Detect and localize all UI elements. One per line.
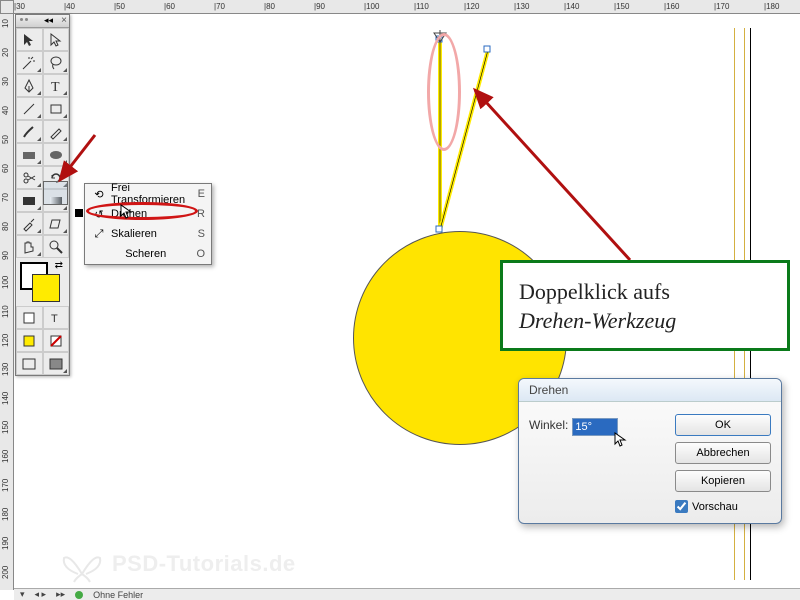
instruction-callout: Doppelklick aufs Drehen-Werkzeug [500, 260, 790, 351]
flyout-shortcut: E [198, 188, 205, 200]
selected-tool-highlight [43, 181, 68, 205]
rotate-icon: ↺ [91, 208, 107, 221]
flyout-label: Drehen [107, 208, 197, 220]
flyout-scale[interactable]: ⤢ Skalieren S [85, 224, 211, 244]
palette-header[interactable]: ◂◂ × [16, 15, 69, 28]
butterfly-logo-icon [60, 544, 104, 584]
free-transform-icon: ⟲ [91, 188, 107, 201]
screen-mode-1[interactable] [16, 352, 43, 375]
svg-text:T: T [51, 313, 58, 325]
collapse-icon[interactable]: ◂◂ [44, 15, 53, 26]
pencil-tool[interactable] [43, 120, 70, 143]
swap-icon[interactable]: ⇄ [55, 260, 63, 271]
fill-swatch-small[interactable] [16, 329, 43, 352]
dialog-title: Drehen [519, 379, 781, 402]
status-nav[interactable]: ◂ ▸ [35, 589, 47, 600]
screen-mode-2[interactable] [43, 352, 70, 375]
flyout-label: Skalieren [107, 228, 198, 240]
close-icon[interactable]: × [61, 15, 67, 26]
rectangle-shape-tool[interactable] [16, 143, 43, 166]
angle-label: Winkel: [529, 418, 568, 432]
ruler-vertical: 1020304050607080901001101201301401501601… [0, 14, 14, 590]
gradient-tool[interactable] [16, 189, 43, 212]
magic-wand-tool[interactable] [16, 51, 43, 74]
rect-tool[interactable] [43, 97, 70, 120]
flyout-rotate[interactable]: ↺ Drehen R [85, 204, 211, 224]
callout-text: Doppelklick aufs [519, 277, 771, 308]
status-control[interactable]: ▾ [20, 589, 25, 600]
flyout-label: Scheren [91, 248, 196, 260]
flyout-label: Frei Transformieren [107, 182, 198, 206]
direct-select-tool[interactable] [43, 28, 70, 51]
preview-checkbox-input[interactable] [675, 500, 688, 513]
line-tool[interactable] [16, 97, 43, 120]
rotate-dialog: Drehen Winkel: OK Abbrechen Kopieren Vor… [518, 378, 782, 524]
watermark-text: PSD-Tutorials.de [112, 551, 296, 577]
status-indicator-icon [75, 591, 83, 599]
zoom-tool[interactable] [43, 235, 70, 258]
flyout-shear[interactable]: Scheren O [85, 244, 211, 264]
lasso-tool[interactable] [43, 51, 70, 74]
copy-button[interactable]: Kopieren [675, 470, 771, 492]
flyout-shortcut: R [197, 208, 205, 220]
watermark: PSD-Tutorials.de [60, 544, 296, 584]
cancel-button[interactable]: Abbrechen [675, 442, 771, 464]
eyedropper-tool[interactable] [16, 212, 43, 235]
active-indicator [75, 209, 83, 217]
type-tool[interactable]: T [43, 74, 70, 97]
status-text: Ohne Fehler [93, 590, 143, 600]
brush-tool[interactable] [16, 120, 43, 143]
ok-button[interactable]: OK [675, 414, 771, 436]
pen-tool[interactable] [16, 74, 43, 97]
status-bar: ▾ ◂ ▸ ▸▸ Ohne Fehler [14, 588, 800, 600]
flyout-free-transform[interactable]: ⟲ Frei Transformieren E [85, 184, 211, 204]
blend-tool[interactable] [43, 212, 70, 235]
type-on-path[interactable]: T [43, 306, 70, 329]
selection-tool[interactable] [16, 28, 43, 51]
hand-tool[interactable] [16, 235, 43, 258]
fill-swatch[interactable] [32, 274, 60, 302]
color-mode[interactable] [16, 306, 43, 329]
ellipse-shape-tool[interactable] [43, 143, 70, 166]
flyout-shortcut: O [196, 248, 205, 260]
color-swatches[interactable]: ⇄ [16, 258, 69, 306]
callout-text-italic: Drehen-Werkzeug [519, 308, 771, 334]
angle-input[interactable] [572, 418, 618, 436]
none-swatch[interactable] [43, 329, 70, 352]
preview-label: Vorschau [692, 501, 738, 513]
transform-flyout-menu: ⟲ Frei Transformieren E ↺ Drehen R ⤢ Ska… [84, 183, 212, 265]
svg-text:T: T [51, 80, 60, 94]
scissors-tool[interactable] [16, 166, 43, 189]
status-nav[interactable]: ▸▸ [56, 589, 65, 600]
flyout-shortcut: S [198, 228, 205, 240]
preview-checkbox[interactable]: Vorschau [675, 500, 771, 513]
scale-icon: ⤢ [91, 228, 107, 241]
ruler-horizontal: |30|40|50|60|70|80|90|100|110|120|130|14… [14, 0, 800, 14]
